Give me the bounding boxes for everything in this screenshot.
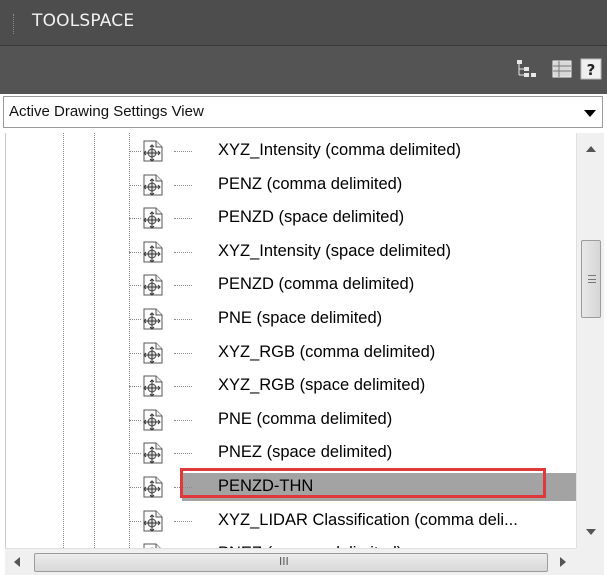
tree-structure-icon[interactable]: [515, 58, 537, 80]
tree-connector: [174, 487, 192, 488]
tree-item[interactable]: XYZ_RGB (space delimited): [6, 370, 576, 403]
tree-item[interactable]: PNEZ (comma delimited): [6, 538, 576, 548]
view-selector-dropdown[interactable]: Active Drawing Settings View: [3, 96, 603, 128]
tree-item-label: PENZD (comma delimited): [218, 275, 415, 294]
toolspace-toolbar: ?: [0, 46, 607, 94]
tree-item-label: PNEZ (space delimited): [218, 443, 393, 462]
point-file-format-icon: [141, 174, 165, 196]
tree-item-label: PENZD-THN: [218, 477, 314, 495]
point-file-format-icon: [141, 207, 165, 229]
tree-connector: [129, 386, 141, 388]
tree-connector: [129, 218, 141, 220]
help-icon[interactable]: ?: [580, 58, 602, 80]
drag-grip[interactable]: [13, 14, 16, 34]
tree-connector: [174, 319, 192, 320]
tree-connector: [129, 520, 141, 522]
tree-connector: [129, 319, 141, 320]
point-file-format-icon: [141, 308, 165, 330]
tree-connector: [174, 520, 192, 522]
tree-item-label: PNE (space delimited): [218, 309, 383, 327]
tree-connector: [129, 453, 141, 455]
grip-icon: [588, 279, 596, 280]
scroll-up-arrow-icon[interactable]: [586, 146, 596, 152]
point-file-format-icon: [141, 476, 165, 498]
tree-connector: [129, 352, 141, 354]
horizontal-scroll-thumb[interactable]: III: [34, 553, 548, 572]
tree-item[interactable]: PNE (comma delimited): [6, 404, 576, 437]
vertical-scrollbar[interactable]: [576, 133, 604, 548]
tree-connector: [129, 151, 141, 152]
chevron-down-icon[interactable]: [584, 110, 596, 117]
tree-item[interactable]: PENZ (comma delimited): [6, 169, 576, 202]
point-file-format-icon: [141, 342, 165, 364]
tree-connector: [174, 218, 192, 220]
scroll-left-arrow-icon[interactable]: [14, 557, 20, 567]
tree-connector: [129, 251, 141, 253]
tree-connector: [174, 151, 192, 152]
point-file-format-icon: [141, 442, 165, 465]
tree-item[interactable]: PENZD (comma delimited): [6, 269, 576, 302]
tree-connector: [174, 285, 192, 287]
tree-item[interactable]: PNEZ (space delimited): [6, 437, 576, 470]
tree-connector: [174, 184, 192, 186]
tree-item[interactable]: XYZ_Intensity (space delimited): [6, 236, 576, 269]
point-file-format-icon: [141, 140, 165, 162]
tree-item-label: XYZ_RGB (comma delimited): [218, 342, 436, 361]
grip-icon: III: [279, 555, 289, 568]
view-selector-value: Active Drawing Settings View: [9, 103, 204, 120]
grid-panel-icon[interactable]: [551, 58, 573, 80]
tree-item-label: PENZ (comma delimited): [218, 174, 403, 193]
tree-item-label: PENZD (space delimited): [218, 208, 405, 227]
tree-item[interactable]: PNE (space delimited): [6, 303, 576, 336]
tree-connector: [129, 419, 141, 421]
tree-item[interactable]: XYZ_LIDAR Classification (comma deli...: [6, 505, 576, 538]
settings-tree[interactable]: XYZ_Intensity (comma delimited) PENZ (co…: [5, 133, 576, 548]
tree-item[interactable]: PENZD (space delimited): [6, 202, 576, 235]
tree-item-label: XYZ_Intensity (comma delimited): [218, 141, 461, 159]
tree-connector: [129, 487, 141, 488]
point-file-format-icon: [141, 241, 165, 263]
scroll-right-arrow-icon[interactable]: [560, 557, 566, 567]
tree-item-selected[interactable]: PENZD-THN: [6, 471, 576, 504]
tree-connector: [174, 419, 192, 421]
window-title: TOOLSPACE: [32, 11, 135, 31]
point-file-format-icon: [141, 409, 165, 431]
tree-item-label: XYZ_Intensity (space delimited): [218, 241, 451, 260]
point-file-format-icon: [141, 510, 165, 532]
toolspace-titlebar[interactable]: TOOLSPACE: [0, 0, 607, 46]
point-file-format-icon: [141, 274, 165, 297]
tree-connector: [129, 184, 141, 186]
tree-connector: [174, 251, 192, 253]
horizontal-scrollbar[interactable]: III: [5, 548, 576, 575]
tree-connector: [174, 386, 192, 388]
tree-item[interactable]: XYZ_Intensity (comma delimited): [6, 135, 576, 168]
tree-item[interactable]: XYZ_RGB (comma delimited): [6, 337, 576, 370]
tree-item-label: XYZ_LIDAR Classification (comma deli...: [218, 510, 518, 529]
tree-connector: [174, 352, 192, 354]
point-file-format-icon: [141, 375, 165, 397]
tree-item-label: PNE (comma delimited): [218, 409, 393, 428]
tree-connector: [129, 285, 141, 287]
tree-item-label: XYZ_RGB (space delimited): [218, 376, 426, 395]
tree-connector: [174, 453, 192, 455]
scroll-down-arrow-icon[interactable]: [586, 529, 596, 535]
scrollbar-corner: [576, 548, 604, 575]
vertical-scroll-thumb[interactable]: [581, 240, 601, 318]
svg-text:?: ?: [587, 61, 596, 79]
